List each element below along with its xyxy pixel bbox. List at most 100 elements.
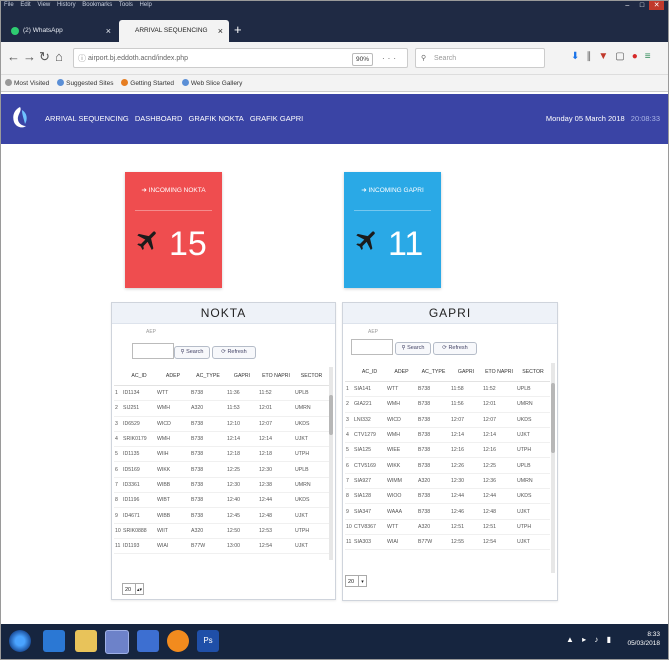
pocket-icon[interactable]: ▼ [598, 51, 608, 63]
table-row[interactable]: 9 SIA347 WAAA B738 12:46 12:48 UJKT [345, 503, 550, 520]
table-cell: UPLB [294, 461, 329, 478]
table-row[interactable]: 9 ID4671 WIBB B738 12:45 12:48 UJKT [114, 507, 329, 524]
new-tab-icon[interactable]: + [234, 23, 242, 37]
back-icon[interactable]: ← [7, 50, 20, 64]
search-button[interactable]: ⚲ Search [174, 346, 210, 359]
forward-icon[interactable]: → [23, 50, 36, 64]
menu-history[interactable]: History [57, 2, 76, 8]
menu-file[interactable]: File [4, 2, 14, 8]
table-row[interactable]: 10 SRIK0888 WIIT A320 12:50 12:53 UTPH [114, 523, 329, 539]
nav-arrival-sequencing[interactable]: ARRIVAL SEQUENCING [45, 114, 129, 123]
bookmark-most-visited[interactable]: Most Visited [5, 79, 49, 87]
refresh-button[interactable]: ⟳ Refresh [212, 346, 256, 359]
menu-help[interactable]: Help [140, 2, 152, 8]
menu-bookmarks[interactable]: Bookmarks [82, 2, 112, 8]
table-row[interactable]: 4 CTV1279 WMH B738 12:14 12:14 UJKT [345, 427, 550, 444]
col-sector[interactable]: SECTOR [294, 367, 329, 386]
col-gapri[interactable]: GAPRI [226, 367, 258, 386]
col-ac-id[interactable]: AC_ID [122, 367, 156, 386]
col-ac-type[interactable]: AC_TYPE [417, 363, 450, 382]
table-cell: SIA125 [353, 442, 386, 459]
table-row[interactable]: 3 ID6529 WICD B738 12:10 12:07 UKDS [114, 416, 329, 432]
home-icon[interactable]: ⌂ [55, 50, 63, 64]
col-sector[interactable]: SECTOR [516, 363, 550, 382]
system-tray-icons[interactable]: ▲ ▸ ♪ ▮ [566, 635, 614, 644]
close-tab-icon[interactable]: × [218, 20, 223, 42]
row-number: 8 [114, 492, 122, 509]
start-button-icon[interactable] [9, 630, 31, 652]
table-row[interactable]: 5 SIA125 WIEE B738 12:16 12:16 UTPH [345, 442, 550, 459]
table-row[interactable]: 6 ID5169 WIKK B738 12:25 12:30 UPLB [114, 461, 329, 478]
url-bar[interactable]: ⓘ airport.bj.eddoth.acnd/index.php 90% ·… [73, 48, 408, 103]
table-cell: WIMM [386, 473, 417, 490]
table-row[interactable]: 8 ID1196 WIBT B738 12:40 12:44 UKDS [114, 492, 329, 509]
table-cell: 11:53 [226, 400, 258, 417]
gapri-scrollbar[interactable] [551, 363, 555, 573]
col-gapri[interactable]: GAPRI [450, 363, 482, 382]
table-row[interactable]: 7 SIA927 WIMM A320 12:30 12:36 UMRN [345, 473, 550, 490]
library-icon[interactable]: ∥ [586, 51, 591, 63]
table-row[interactable]: 2 GIA221 WMH B738 11:56 12:01 UMRN [345, 396, 550, 413]
tab-arrival-sequencing[interactable]: ARRIVAL SEQUENCING × [119, 20, 229, 42]
download-icon[interactable]: ⬇ [571, 51, 579, 63]
addon-icon[interactable]: ● [632, 51, 638, 63]
file-explorer-icon[interactable] [75, 630, 97, 652]
minimize-button[interactable]: – [620, 1, 635, 10]
nav-grafik-nokta[interactable]: GRAFIK NOKTA [188, 114, 243, 123]
table-row[interactable]: 3 LNI332 WICD B738 12:07 12:07 UKDS [345, 412, 550, 428]
taskbar-clock[interactable]: 8:33 05/03/2018 [627, 630, 660, 648]
bookmark-getting-started[interactable]: Getting Started [121, 79, 174, 87]
photoshop-icon[interactable]: Ps [197, 630, 219, 652]
search-field[interactable] [132, 343, 174, 359]
bookmark-web-slice[interactable]: Web Slice Gallery [181, 79, 242, 87]
table-row[interactable]: 6 CTV5169 WIKK B738 12:26 12:25 UPLB [345, 457, 550, 474]
nav-dashboard[interactable]: DASHBOARD [135, 114, 183, 123]
refresh-button[interactable]: ⟳ Refresh [433, 342, 477, 355]
table-row[interactable]: 2 SIJ251 WMH A320 11:53 12:01 UMRN [114, 400, 329, 417]
nokta-scrollbar[interactable] [329, 367, 333, 560]
table-row[interactable]: 11 ID1193 WIAI B77W 13:00 12:54 UJKT [114, 538, 329, 555]
bookmark-suggested[interactable]: Suggested Sites [57, 79, 113, 87]
page-size-select[interactable]: 20 ▾ [345, 575, 367, 587]
page-size-select[interactable]: 20 ▴▾ [122, 583, 144, 595]
col-adep[interactable]: ADEP [156, 367, 190, 386]
menu-icon[interactable]: ≡ [645, 51, 651, 63]
search-button[interactable]: ⚲ Search [395, 342, 431, 355]
scrollbar-thumb[interactable] [329, 395, 333, 435]
close-tab-icon[interactable]: × [106, 20, 111, 42]
table-cell: UTPH [294, 523, 329, 539]
firefox-taskbar-icon[interactable] [105, 630, 129, 654]
media-player-icon[interactable] [137, 630, 159, 652]
firefox-orange-icon[interactable] [167, 630, 189, 652]
sidebar-icon[interactable]: ▢ [615, 51, 624, 63]
table-row[interactable]: 5 ID1135 WIIH B738 12:18 12:18 UTPH [114, 446, 329, 463]
menu-tools[interactable]: Tools [119, 2, 133, 8]
table-row[interactable]: 1 SIA141 WTT B738 11:58 11:52 UPLB [345, 381, 550, 398]
maximize-button[interactable]: □ [635, 1, 650, 10]
search-input[interactable]: ⚲ Search [415, 48, 545, 68]
whatsapp-icon [11, 27, 19, 35]
table-row[interactable]: 8 SIA128 WIOO B738 12:44 12:44 UKDS [345, 488, 550, 505]
col-eto-napri[interactable]: ETO NAPRI [482, 363, 516, 382]
menu-view[interactable]: View [37, 2, 50, 8]
col-adep[interactable]: ADEP [386, 363, 417, 382]
close-window-button[interactable]: ✕ [649, 1, 665, 10]
table-row[interactable]: 4 SRIK0179 WMH B738 12:14 12:14 UJKT [114, 431, 329, 448]
search-field[interactable] [351, 339, 393, 355]
col-ac-type[interactable]: AC_TYPE [190, 367, 226, 386]
scrollbar-thumb[interactable] [551, 383, 555, 453]
tab-whatsapp[interactable]: (2) WhatsApp × [7, 20, 117, 42]
zoom-indicator[interactable]: 90% [352, 53, 374, 66]
info-icon[interactable]: ⓘ [78, 49, 86, 69]
table-row[interactable]: 1 ID1134 WTT B738 11:36 11:52 UPLB [114, 385, 329, 402]
table-row[interactable]: 7 ID3361 WIBB B738 12:30 12:38 UMRN [114, 477, 329, 494]
table-cell: B738 [417, 396, 450, 413]
reload-icon[interactable]: ↻ [39, 50, 50, 64]
col-ac-id[interactable]: AC_ID [353, 363, 386, 382]
internet-explorer-icon[interactable] [43, 630, 65, 652]
table-row[interactable]: 10 CTV8367 WTT A320 12:51 12:51 UTPH [345, 519, 550, 535]
col-eto-napri[interactable]: ETO NAPRI [258, 367, 294, 386]
menu-edit[interactable]: Edit [20, 2, 30, 8]
nav-grafik-gapri[interactable]: GRAFIK GAPRI [250, 114, 303, 123]
table-row[interactable]: 11 SIA303 WIAI B77W 12:55 12:54 UJKT [345, 534, 550, 551]
